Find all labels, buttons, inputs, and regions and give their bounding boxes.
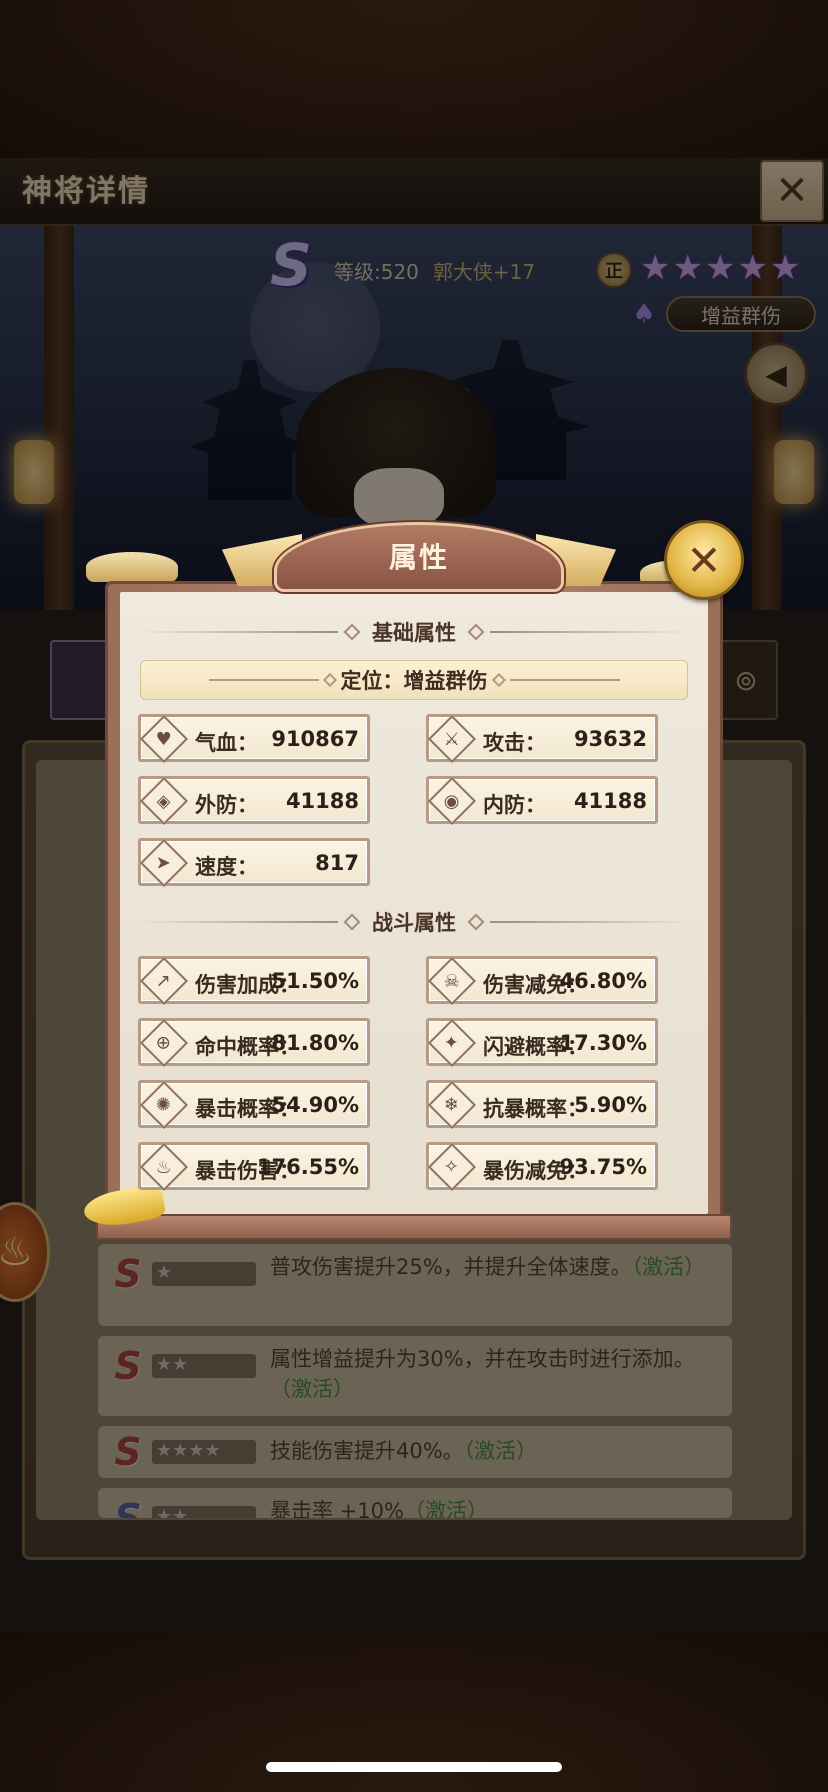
combat-section-title: 战斗属性: [372, 911, 456, 935]
stat-value: 41188: [285, 789, 359, 813]
stat-value: 817: [315, 851, 359, 875]
stat-crit-damage: ♨ 暴击伤害： 176.55%: [138, 1142, 370, 1192]
guard-icon: ✧: [427, 1142, 477, 1192]
stat-label: 抗暴概率：: [483, 1097, 588, 1121]
stat-value: 93632: [573, 727, 647, 751]
stat-hp: ♥ 气血： 910867: [138, 714, 370, 764]
stat-label: 速度：: [195, 855, 258, 879]
stat-damage-bonus: ↗ 伤害加成： 51.50%: [138, 956, 370, 1006]
modal-bottom-scroll: [96, 1214, 732, 1240]
modal-close-button[interactable]: ✕: [664, 520, 744, 600]
modal-title: 属性: [388, 541, 449, 574]
stat-value: 176.55%: [256, 1155, 359, 1179]
skull-icon: ☠: [427, 956, 477, 1006]
stat-crit-resist: ❄ 抗暴概率： 5.90%: [426, 1080, 658, 1130]
stat-value: 51.50%: [271, 969, 359, 993]
screen-root: 神将详情 ✕ S 等级:520 郭大侠+17 正 ★ ★ ★ ★ ★ ♠ 增益群…: [0, 0, 828, 1792]
stat-label: 外防：: [195, 793, 258, 817]
snowflake-icon: ❄: [427, 1080, 477, 1130]
stat-value: 5.90%: [574, 1093, 647, 1117]
stat-speed: ➤ 速度： 817: [138, 838, 370, 888]
stat-inner-defense: ◉ 内防： 41188: [426, 776, 658, 826]
sword-up-icon: ↗: [139, 956, 189, 1006]
dodge-icon: ✦: [427, 1018, 477, 1068]
stat-label: 气血：: [195, 731, 258, 755]
flame-shield-icon: ◉: [427, 776, 477, 826]
stat-outer-defense: ◈ 外防： 41188: [138, 776, 370, 826]
stat-value: 41188: [573, 789, 647, 813]
stat-value: 910867: [271, 727, 359, 751]
stat-dodge-rate: ✦ 闪避概率： 17.30%: [426, 1018, 658, 1068]
cloud-decoration: [86, 552, 178, 582]
combat-section-header: 战斗属性: [136, 906, 692, 938]
stat-value: 81.80%: [271, 1031, 359, 1055]
stat-damage-reduction: ☠ 伤害减免： 46.80%: [426, 956, 658, 1006]
crosshair-icon: ⊕: [139, 1018, 189, 1068]
sword-icon: ⚔: [427, 714, 477, 764]
stat-value: 93.75%: [559, 1155, 647, 1179]
stat-hit-rate: ⊕ 命中概率： 81.80%: [138, 1018, 370, 1068]
base-section-header: 基础属性: [136, 616, 692, 648]
crit-icon: ✺: [139, 1080, 189, 1130]
home-indicator[interactable]: [266, 1762, 562, 1772]
stat-value: 46.80%: [559, 969, 647, 993]
shield-icon: ◈: [139, 776, 189, 826]
stat-value: 17.30%: [559, 1031, 647, 1055]
close-x-icon: ✕: [686, 535, 722, 585]
stat-crit-damage-reduction: ✧ 暴伤减免： 93.75%: [426, 1142, 658, 1192]
fire-icon: ♨: [139, 1142, 189, 1192]
stat-label: 攻击：: [483, 731, 546, 755]
stat-attack: ⚔ 攻击： 93632: [426, 714, 658, 764]
role-line: 定位：增益群伤: [340, 669, 488, 693]
stat-label: 内防：: [483, 793, 546, 817]
role-bar: 定位：增益群伤: [140, 660, 688, 700]
wing-icon: ➤: [139, 838, 189, 888]
heart-icon: ♥: [139, 714, 189, 764]
base-section-title: 基础属性: [372, 621, 456, 645]
stat-value: 54.90%: [271, 1093, 359, 1117]
stat-crit-rate: ✺ 暴击概率： 54.90%: [138, 1080, 370, 1130]
